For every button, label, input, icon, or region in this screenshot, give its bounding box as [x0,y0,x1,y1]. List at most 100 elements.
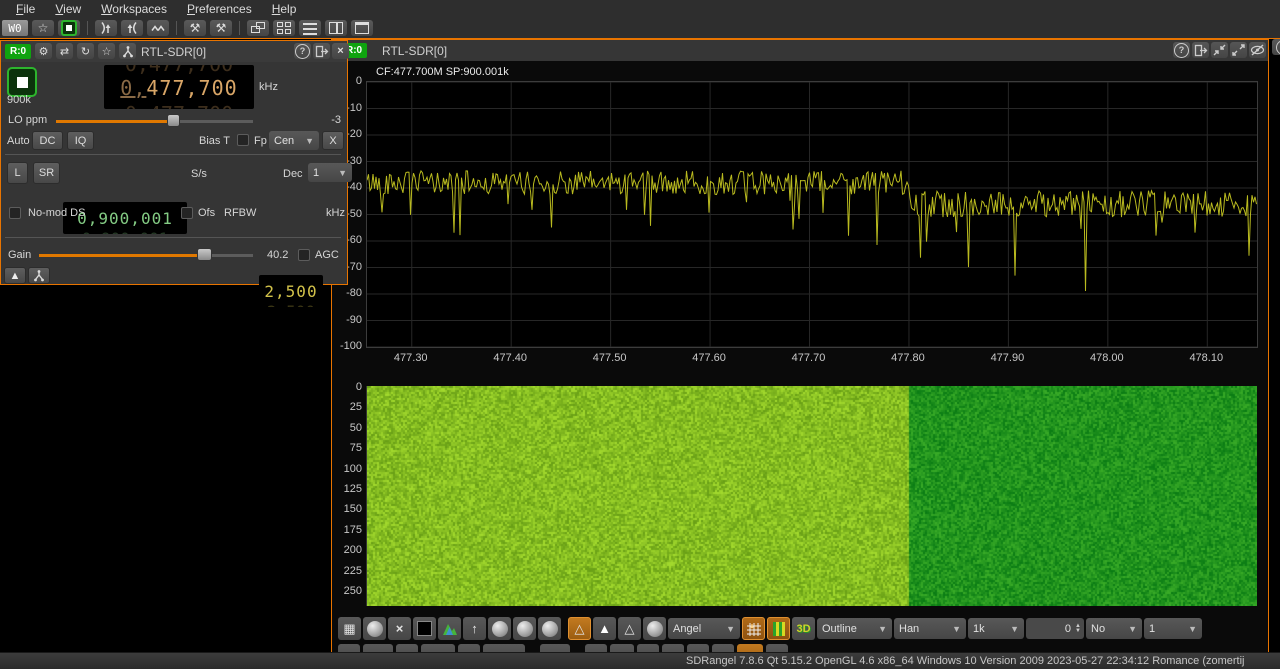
move-to-workspace-button[interactable] [313,43,330,59]
cascade-windows-button[interactable] [247,20,269,36]
feature-presets-button[interactable]: ☆ [32,20,54,36]
style-select[interactable]: Outline▼ [817,618,892,639]
spectrum-display-button[interactable]: ▲ [4,267,26,284]
menu-workspaces[interactable]: Workspaces [91,2,177,16]
stack-windows-button[interactable] [299,20,321,36]
ofs-checkbox[interactable] [181,207,193,219]
toolbar-row2-button[interactable] [396,644,418,652]
toolbar-row2-button[interactable] [483,644,525,652]
decimation-select[interactable]: 1▼ [308,163,352,182]
fft-size-select[interactable]: 1k▼ [968,618,1024,639]
menu-view[interactable]: View [45,2,91,16]
sample-rate-dial-next: 0,900,001 [63,229,187,234]
nomod-checkbox[interactable] [9,207,21,219]
toolbar-row2-active-button[interactable] [737,644,763,652]
dc-correction-button[interactable]: DC [32,131,63,150]
sink-select[interactable]: Angel▼ [668,618,740,639]
normal-view-button[interactable] [351,20,373,36]
decay-divisor-knob[interactable] [513,617,536,640]
menu-help[interactable]: Help [262,2,307,16]
help-button[interactable]: ? [294,43,311,59]
gain-slider-handle[interactable] [197,248,212,261]
device-graph-button[interactable] [119,43,136,59]
rf-bandwidth-dial[interactable]: 2,500 2,500 [259,275,323,307]
clipped-toolbar-button[interactable] [1272,39,1280,55]
center-frequency-dial[interactable]: 0,477,700 0,477,700 0,477,700 [104,65,254,109]
add-mimo-device-button[interactable] [147,20,169,36]
toolbar-row2-button[interactable] [363,644,393,652]
move-to-workspace-button[interactable] [1192,42,1209,58]
max-hold-button[interactable]: ↑ [463,617,486,640]
fft-window-select[interactable]: Han▼ [894,618,966,639]
spectrum-titlebar[interactable]: R:0 RTL-SDR[0] ? [332,40,1268,61]
current-trace-button[interactable]: △ [568,617,591,640]
stroke-knob[interactable] [538,617,561,640]
add-tx-device-button[interactable] [121,20,143,36]
hide-button[interactable] [1249,42,1266,58]
waterfall-toggle-button[interactable] [742,617,765,640]
average-trace-button[interactable]: ▲ [593,617,616,640]
waterfall-position-button[interactable] [767,617,790,640]
shrink-button[interactable] [1211,42,1228,58]
menu-preferences[interactable]: Preferences [177,2,262,16]
device-rate-label: 900k [7,94,31,106]
lo-ppm-slider-handle[interactable] [167,114,180,127]
eye-slash-icon [1250,44,1265,56]
toolbar-row2-button[interactable] [540,644,570,652]
close-button[interactable]: × [332,43,349,59]
sr-toggle-button[interactable]: SR [33,162,60,184]
averaging-spinbox[interactable]: 0▲▼ [1026,618,1084,639]
toolbar-row2-button[interactable] [637,644,659,652]
tabbed-view-button[interactable] [325,20,347,36]
maximize-button[interactable] [1230,42,1247,58]
device-settings-button[interactable]: ⚙ [35,43,52,59]
reload-device-button[interactable]: ↻ [77,43,94,59]
background-color-button[interactable] [413,617,436,640]
menu-file[interactable]: File [6,2,45,16]
chevron-down-icon: ▼ [952,624,961,634]
change-device-button[interactable]: ⇄ [56,43,73,59]
stop-all-devices-button[interactable] [58,20,80,36]
toolbar-row2-button[interactable] [662,644,684,652]
feature-settings-button[interactable]: ⚒ [210,20,232,36]
add-feature-button[interactable]: ⚒ [184,20,206,36]
toolbar-row2-button[interactable] [458,644,480,652]
grid-toggle-button[interactable]: ▦ [338,617,361,640]
clear-spectrum-button[interactable]: × [388,617,411,640]
help-button[interactable]: ? [1173,42,1190,58]
channels-graph-button[interactable] [28,267,50,284]
add-rx-device-button[interactable] [95,20,117,36]
max-trace-button[interactable]: △ [618,617,641,640]
device-titlebar[interactable]: R:0 ⚙ ⇄ ↻ ☆ RTL-SDR[0] ? × [1,41,347,62]
bias-t-checkbox[interactable] [237,134,249,146]
spectrum-plot[interactable] [366,81,1258,348]
histogram-toggle-button[interactable] [438,617,461,640]
workspace-button[interactable]: W0 [2,20,28,36]
transverter-button[interactable]: X [322,131,344,150]
toolbar-row2-button[interactable] [421,644,455,652]
toolbar-row2-button[interactable] [585,644,607,652]
chevron-down-icon: ▼ [1010,624,1019,634]
toolbar-row2-button[interactable] [338,644,360,652]
reference-level-knob[interactable] [363,617,386,640]
tile-windows-button[interactable] [273,20,295,36]
fc-position-select[interactable]: Cen▼ [269,131,319,150]
toolbar-row2-button[interactable] [610,644,634,652]
markers-select[interactable]: No▼ [1086,618,1142,639]
agc-checkbox[interactable] [298,249,310,261]
toolbar-row2-button[interactable] [712,644,734,652]
presets-button[interactable]: ☆ [98,43,115,59]
ratio-select[interactable]: 1▼ [1144,618,1202,639]
local-oscillator-button[interactable]: L [7,162,28,184]
lo-ppm-slider-fill [56,120,172,123]
decay-knob[interactable] [488,617,511,640]
toolbar-row2-button[interactable] [687,644,709,652]
trace-intensity-knob[interactable] [643,617,666,640]
rx-antenna-icon [98,21,114,35]
start-stop-button[interactable] [7,67,37,97]
spectrogram-3d-button[interactable]: 3D [792,617,815,640]
waterfall-display[interactable] [366,386,1257,606]
clear-x-icon: × [396,621,404,636]
toolbar-row2-button[interactable] [766,644,788,652]
iq-correction-button[interactable]: IQ [67,131,94,150]
